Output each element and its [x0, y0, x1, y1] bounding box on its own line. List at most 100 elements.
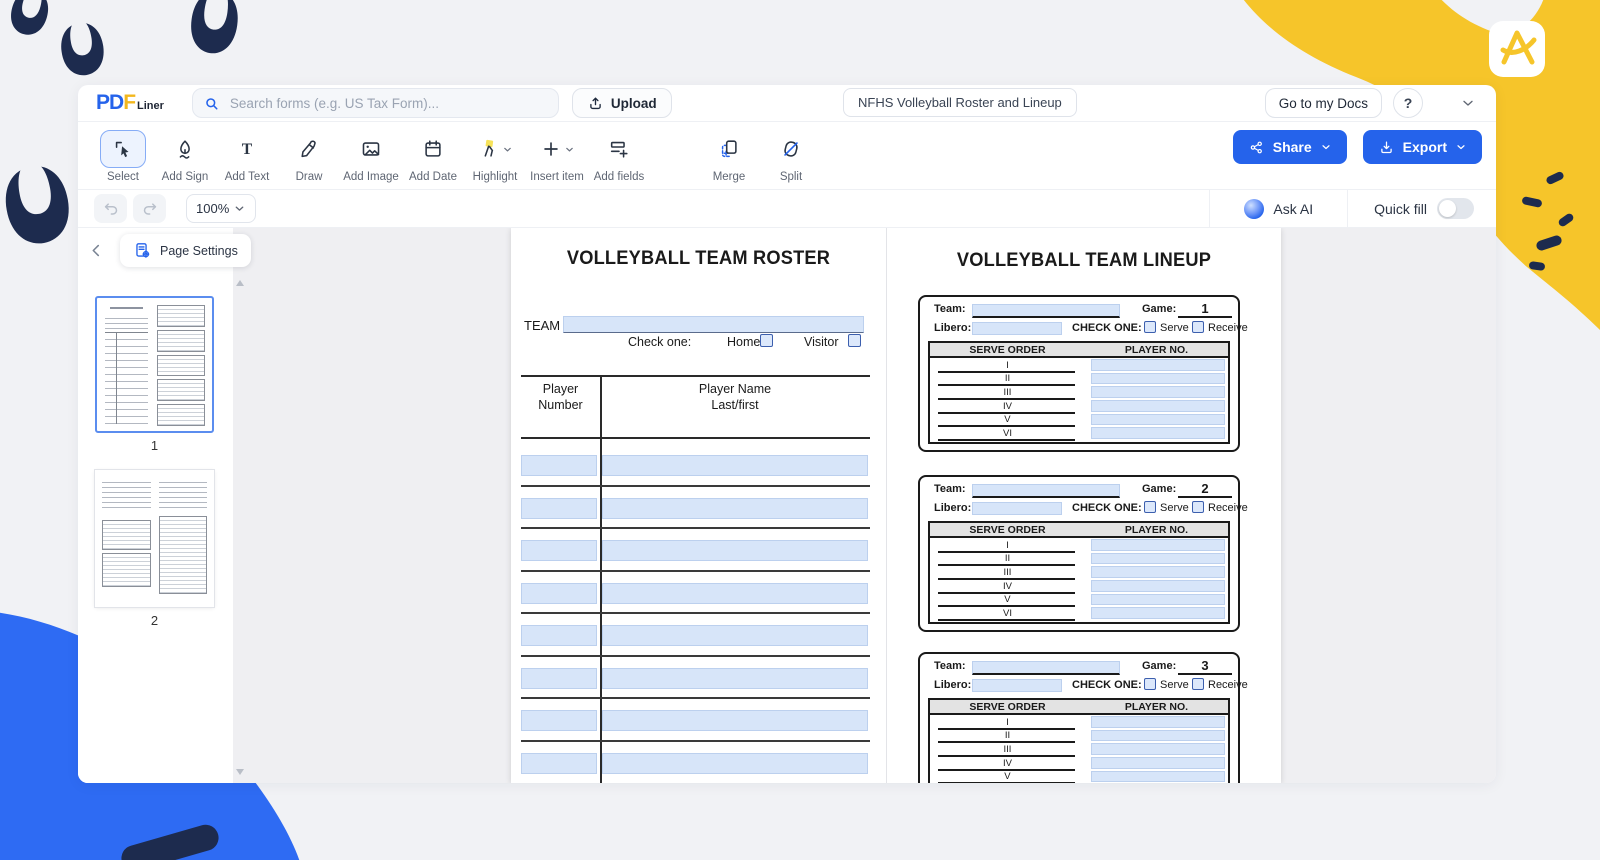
upload-button[interactable]: Upload [572, 88, 672, 118]
zoom-select[interactable]: 100% [186, 194, 256, 223]
serve-checkbox[interactable] [1144, 678, 1156, 690]
libero-field[interactable] [972, 322, 1062, 335]
sub-toolbar-right: Ask AI Quick fill [1209, 190, 1496, 228]
player-no-field[interactable] [1091, 743, 1225, 755]
libero-field[interactable] [972, 502, 1062, 515]
player-name-field[interactable] [602, 455, 868, 476]
team-field[interactable] [972, 661, 1120, 675]
tool-split[interactable]: Split [760, 130, 822, 183]
player-name-field[interactable] [602, 583, 868, 604]
player-no-field[interactable] [1091, 373, 1225, 385]
player-name-field[interactable] [602, 625, 868, 646]
player-number-field[interactable] [521, 583, 597, 604]
roster-row [511, 742, 886, 784]
ask-ai-button[interactable]: Ask AI [1210, 199, 1347, 219]
roster-title: VOLLEYBALL TEAM ROSTER [519, 248, 879, 270]
player-number-field[interactable] [521, 455, 597, 476]
player-number-header: Player Number [521, 381, 600, 413]
document-title-field[interactable]: NFHS Volleyball Roster and Lineup [843, 88, 1077, 117]
collapse-sidebar-button[interactable] [88, 242, 105, 259]
share-button[interactable]: Share [1233, 130, 1347, 164]
roster-rows [511, 444, 886, 783]
player-no-field[interactable] [1091, 716, 1225, 728]
collapse-header-chevron[interactable] [1460, 95, 1476, 111]
player-no-field[interactable] [1091, 553, 1225, 565]
game-label: Game: [1142, 483, 1176, 495]
player-number-field[interactable] [521, 498, 597, 519]
player-name-field[interactable] [602, 710, 868, 731]
tool-add-fields[interactable]: Add fields [588, 130, 650, 183]
tool-add-sign[interactable]: Add Sign [154, 130, 216, 183]
receive-checkbox[interactable] [1192, 501, 1204, 513]
player-no-field[interactable] [1091, 427, 1225, 439]
team-field[interactable] [972, 304, 1120, 318]
serve-order-table: SERVE ORDER PLAYER NO. I II III IV V VI [928, 698, 1230, 783]
tool-add-text[interactable]: T Add Text [216, 130, 278, 183]
receive-checkbox[interactable] [1192, 321, 1204, 333]
highlighter-icon [478, 138, 500, 160]
tool-add-date[interactable]: Add Date [402, 130, 464, 183]
quick-fill-toggle[interactable] [1437, 198, 1474, 219]
page-settings-button[interactable]: Page Settings [120, 234, 251, 267]
page-thumbnail-1[interactable] [95, 296, 214, 433]
team-name-field[interactable] [563, 316, 864, 333]
team-field[interactable] [972, 484, 1120, 498]
player-no-field[interactable] [1091, 771, 1225, 783]
player-no-field[interactable] [1091, 730, 1225, 742]
search-input[interactable] [228, 95, 548, 112]
player-name-field[interactable] [602, 540, 868, 561]
scroll-down-arrow[interactable] [236, 769, 244, 775]
player-no-field[interactable] [1091, 359, 1225, 371]
table-line [521, 437, 870, 439]
pen-icon [298, 138, 320, 160]
player-no-field[interactable] [1091, 607, 1225, 619]
visitor-label: Visitor [804, 335, 839, 349]
quick-fill-label: Quick fill [1374, 201, 1427, 217]
player-name-field[interactable] [602, 753, 868, 774]
page-thumbnail-2[interactable] [95, 470, 214, 607]
search-bar[interactable] [192, 88, 559, 118]
export-button[interactable]: Export [1363, 130, 1482, 164]
fields-icon [608, 138, 630, 160]
help-button[interactable]: ? [1393, 88, 1423, 118]
player-no-field[interactable] [1091, 594, 1225, 606]
player-no-field[interactable] [1091, 386, 1225, 398]
pdfliner-logo[interactable]: PDF Liner [96, 91, 164, 115]
home-checkbox[interactable] [760, 334, 773, 347]
player-no-field[interactable] [1091, 757, 1225, 769]
player-number-field[interactable] [521, 625, 597, 646]
tool-add-image[interactable]: Add Image [340, 130, 402, 183]
player-number-field[interactable] [521, 710, 597, 731]
player-no-field[interactable] [1091, 580, 1225, 592]
header-right: Go to my Docs ? [1265, 88, 1476, 118]
tool-select[interactable]: Select [92, 130, 154, 183]
redo-icon [141, 200, 159, 218]
tool-draw[interactable]: Draw [278, 130, 340, 183]
game-number: 1 [1178, 301, 1232, 318]
player-name-field[interactable] [602, 668, 868, 689]
check-one-label: Check one: [628, 335, 691, 349]
go-to-my-docs-button[interactable]: Go to my Docs [1265, 88, 1382, 118]
player-no-field[interactable] [1091, 414, 1225, 426]
roster-row [511, 572, 886, 615]
undo-button[interactable] [94, 194, 127, 223]
player-no-field[interactable] [1091, 400, 1225, 412]
receive-checkbox[interactable] [1192, 678, 1204, 690]
player-no-field[interactable] [1091, 566, 1225, 578]
player-no-header: PLAYER NO. [1085, 523, 1228, 536]
player-name-field[interactable] [602, 498, 868, 519]
serve-checkbox[interactable] [1144, 321, 1156, 333]
tool-merge[interactable]: Merge [698, 130, 760, 183]
libero-field[interactable] [972, 679, 1062, 692]
player-no-field[interactable] [1091, 539, 1225, 551]
sidebar-scrollbar[interactable] [236, 280, 243, 775]
player-number-field[interactable] [521, 753, 597, 774]
tool-highlight[interactable]: Highlight [464, 130, 526, 183]
visitor-checkbox[interactable] [848, 334, 861, 347]
player-number-field[interactable] [521, 540, 597, 561]
serve-checkbox[interactable] [1144, 501, 1156, 513]
redo-button[interactable] [133, 194, 166, 223]
player-number-field[interactable] [521, 668, 597, 689]
scroll-up-arrow[interactable] [236, 280, 244, 286]
tool-insert-item[interactable]: Insert item [526, 130, 588, 183]
